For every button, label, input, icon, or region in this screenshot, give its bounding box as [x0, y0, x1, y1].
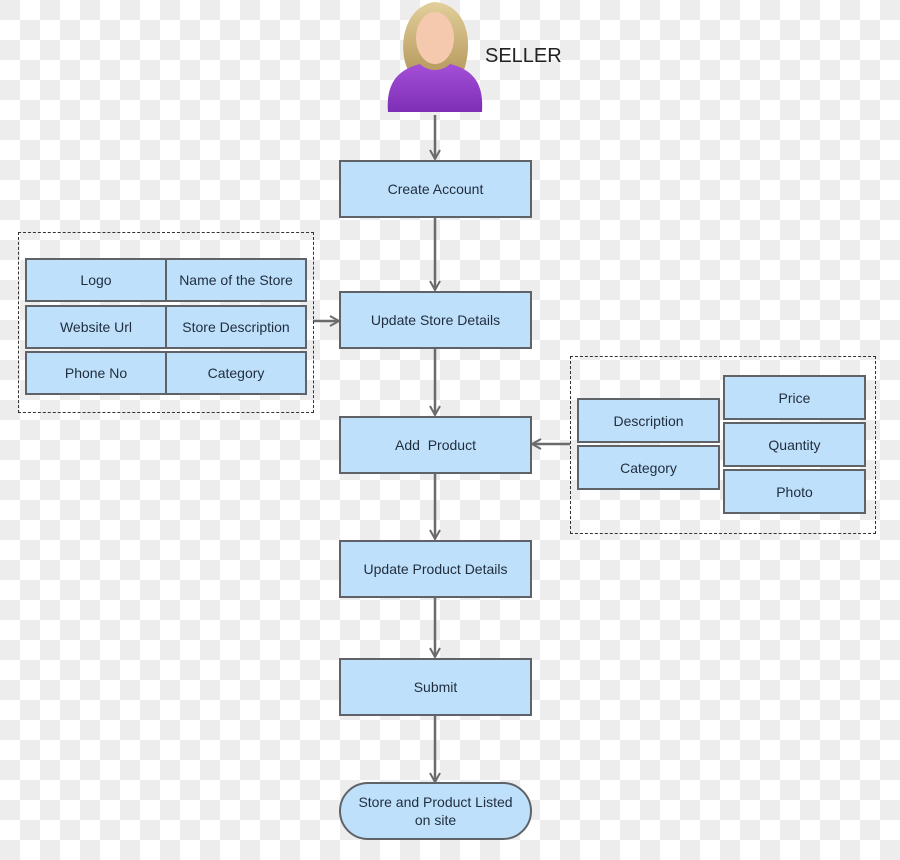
create-account-step: Create Account [339, 160, 532, 218]
update-store-details-step: Update Store Details [339, 291, 532, 349]
store-field-phone: Phone No [25, 351, 167, 395]
female-user-icon [387, 2, 483, 112]
add-product-step: Add Product [339, 416, 532, 474]
product-field-description: Description [577, 398, 720, 443]
store-field-logo: Logo [25, 258, 167, 302]
product-field-quantity: Quantity [723, 422, 866, 467]
store-field-category: Category [165, 351, 307, 395]
store-field-name: Name of the Store [165, 258, 307, 302]
update-product-details-step: Update Product Details [339, 540, 532, 598]
product-field-photo: Photo [723, 469, 866, 514]
store-field-description: Store Description [165, 305, 307, 349]
product-field-price: Price [723, 375, 866, 420]
store-field-website-url: Website Url [25, 305, 167, 349]
submit-step: Submit [339, 658, 532, 716]
product-field-category: Category [577, 445, 720, 490]
seller-label: SELLER [485, 45, 562, 67]
listed-terminal: Store and Product Listed on site [339, 782, 532, 840]
